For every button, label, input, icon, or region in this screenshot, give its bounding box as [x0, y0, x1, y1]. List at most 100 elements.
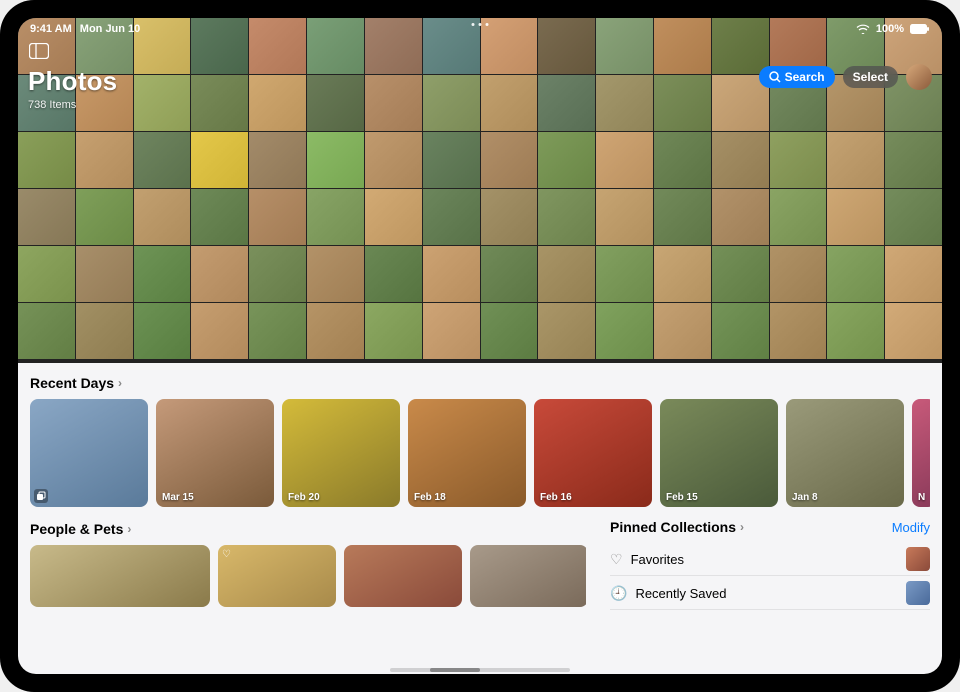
photo-thumbnail[interactable] [249, 189, 306, 245]
photo-thumbnail[interactable] [885, 303, 942, 359]
photo-thumbnail[interactable] [134, 246, 191, 302]
photo-thumbnail[interactable] [827, 132, 884, 188]
photo-thumbnail[interactable] [596, 303, 653, 359]
photo-thumbnail[interactable] [134, 132, 191, 188]
photo-thumbnail[interactable] [596, 132, 653, 188]
pinned-row[interactable]: 🕘Recently Saved [610, 577, 930, 610]
sidebar-toggle-icon[interactable] [28, 42, 50, 60]
photo-thumbnail[interactable] [249, 303, 306, 359]
photo-thumbnail[interactable] [423, 189, 480, 245]
photo-thumbnail[interactable] [134, 303, 191, 359]
recent-day-card[interactable]: Feb 20 [282, 399, 400, 507]
photo-thumbnail[interactable] [481, 132, 538, 188]
photo-thumbnail[interactable] [481, 303, 538, 359]
people-pets-card[interactable]: ♡ [218, 545, 336, 607]
photo-thumbnail[interactable] [307, 246, 364, 302]
recent-day-card[interactable]: Feb 15 [660, 399, 778, 507]
photo-thumbnail[interactable] [538, 189, 595, 245]
photo-thumbnail[interactable] [712, 189, 769, 245]
recent-day-card[interactable]: N [912, 399, 930, 507]
photo-thumbnail[interactable] [654, 246, 711, 302]
people-pets-row[interactable]: ♡ [30, 545, 586, 607]
photo-thumbnail[interactable] [712, 246, 769, 302]
page-title: Photos [28, 66, 117, 97]
photo-thumbnail[interactable] [134, 189, 191, 245]
photo-thumbnail[interactable] [885, 189, 942, 245]
photo-thumbnail[interactable] [481, 246, 538, 302]
photo-thumbnail[interactable] [191, 189, 248, 245]
photo-thumbnail[interactable] [423, 132, 480, 188]
photo-thumbnail[interactable] [770, 246, 827, 302]
photo-thumbnail[interactable] [654, 189, 711, 245]
photo-thumbnail[interactable] [770, 303, 827, 359]
day-card-label: N [918, 492, 925, 503]
photo-thumbnail[interactable] [712, 132, 769, 188]
photo-thumbnail[interactable] [307, 189, 364, 245]
photo-thumbnail[interactable] [538, 132, 595, 188]
profile-avatar[interactable] [906, 64, 932, 90]
select-button[interactable]: Select [843, 66, 898, 88]
select-label: Select [853, 70, 888, 84]
photo-thumbnail[interactable] [365, 303, 422, 359]
photo-thumbnail[interactable] [423, 246, 480, 302]
photo-thumbnail[interactable] [18, 132, 75, 188]
photo-thumbnail[interactable] [76, 189, 133, 245]
multitasking-dots-icon[interactable] [472, 23, 489, 26]
day-card-label: Mar 15 [162, 492, 194, 503]
pinned-thumbnail [906, 581, 930, 605]
photo-thumbnail[interactable] [18, 303, 75, 359]
recent-day-card[interactable]: Feb 16 [534, 399, 652, 507]
photo-thumbnail[interactable] [827, 246, 884, 302]
photo-thumbnail[interactable] [885, 246, 942, 302]
recent-day-card[interactable]: Mar 15 [156, 399, 274, 507]
home-indicator[interactable] [390, 668, 570, 672]
photo-thumbnail[interactable] [191, 303, 248, 359]
people-pets-header[interactable]: People & Pets › [30, 521, 586, 537]
pinned-collections-header[interactable]: Pinned Collections › [610, 519, 744, 535]
photo-thumbnail[interactable] [191, 246, 248, 302]
recent-day-card[interactable]: Feb 18 [408, 399, 526, 507]
modify-link[interactable]: Modify [892, 520, 930, 535]
chevron-right-icon: › [127, 522, 131, 536]
photo-grid-area[interactable]: Photos 738 Items Search Select [18, 18, 942, 363]
photo-thumbnail[interactable] [191, 132, 248, 188]
heart-icon: ♡ [222, 549, 231, 560]
photo-thumbnail[interactable] [538, 303, 595, 359]
photo-thumbnail[interactable] [481, 189, 538, 245]
people-pets-card[interactable] [30, 545, 210, 607]
photo-thumbnail[interactable] [18, 189, 75, 245]
photo-thumbnail[interactable] [307, 303, 364, 359]
photo-thumbnail[interactable] [249, 246, 306, 302]
photo-thumbnail[interactable] [249, 132, 306, 188]
photo-thumbnail[interactable] [423, 303, 480, 359]
photo-thumbnail[interactable] [307, 132, 364, 188]
photo-thumbnail[interactable] [596, 189, 653, 245]
stack-icon [34, 489, 48, 503]
photo-thumbnail[interactable] [654, 132, 711, 188]
photo-thumbnail[interactable] [885, 132, 942, 188]
photo-thumbnail[interactable] [827, 303, 884, 359]
photo-thumbnail[interactable] [365, 246, 422, 302]
pinned-thumbnail [906, 547, 930, 571]
photo-thumbnail[interactable] [712, 303, 769, 359]
pinned-row[interactable]: ♡Favorites [610, 543, 930, 576]
photo-thumbnail[interactable] [18, 246, 75, 302]
recent-days-row[interactable]: Mar 15 Feb 20Feb 18Feb 16Feb 15Jan 8 N [30, 399, 930, 507]
people-pets-card[interactable] [344, 545, 462, 607]
photo-thumbnail[interactable] [827, 189, 884, 245]
recent-day-card[interactable]: Jan 8 [786, 399, 904, 507]
recent-days-header[interactable]: Recent Days › [30, 375, 930, 391]
recent-day-card[interactable] [30, 399, 148, 507]
photo-thumbnail[interactable] [365, 189, 422, 245]
photo-thumbnail[interactable] [538, 246, 595, 302]
photo-thumbnail[interactable] [365, 132, 422, 188]
photo-thumbnail[interactable] [76, 246, 133, 302]
photo-thumbnail[interactable] [76, 303, 133, 359]
photo-thumbnail[interactable] [76, 132, 133, 188]
photo-thumbnail[interactable] [770, 132, 827, 188]
photo-thumbnail[interactable] [770, 189, 827, 245]
photo-thumbnail[interactable] [654, 303, 711, 359]
people-pets-card[interactable] [470, 545, 586, 607]
photo-thumbnail[interactable] [596, 246, 653, 302]
search-button[interactable]: Search [759, 66, 835, 88]
